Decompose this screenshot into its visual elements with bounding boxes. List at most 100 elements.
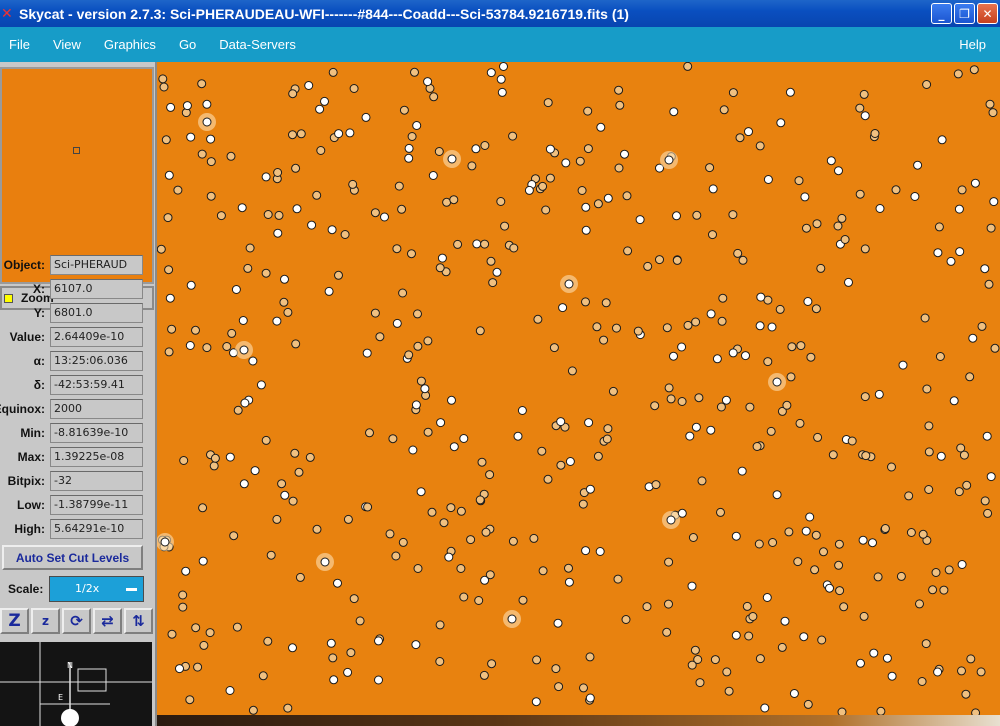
catalog-marker[interactable] [496, 74, 506, 84]
flip-x-icon[interactable]: ⇄ [93, 608, 122, 634]
catalog-marker[interactable] [340, 230, 350, 239]
catalog-marker[interactable] [918, 529, 928, 539]
catalog-marker[interactable] [202, 99, 212, 109]
catalog-marker[interactable] [288, 643, 297, 653]
catalog-marker[interactable] [613, 574, 623, 584]
catalog-marker[interactable] [768, 538, 778, 547]
catalog-marker[interactable] [362, 348, 372, 358]
catalog-marker[interactable] [583, 144, 593, 154]
catalog-marker[interactable] [772, 490, 782, 500]
catalog-marker[interactable] [687, 581, 697, 591]
catalog-marker[interactable] [922, 80, 932, 89]
catalog-marker[interactable] [291, 163, 301, 173]
catalog-marker[interactable] [363, 502, 373, 512]
catalog-marker[interactable] [697, 476, 707, 486]
catalog-marker[interactable] [596, 122, 606, 132]
catalog-marker[interactable] [427, 507, 437, 517]
catalog-marker[interactable] [263, 636, 273, 646]
catalog-marker[interactable] [910, 192, 920, 201]
catalog-marker[interactable] [280, 274, 289, 284]
zoom-out-icon[interactable]: z [31, 608, 60, 634]
catalog-marker[interactable] [672, 255, 682, 265]
catalog-marker[interactable] [410, 67, 419, 77]
catalog-marker[interactable] [855, 103, 865, 113]
catalog-marker[interactable] [237, 203, 247, 213]
catalog-marker[interactable] [677, 508, 687, 518]
catalog-marker[interactable] [602, 434, 612, 444]
catalog-marker[interactable] [859, 89, 869, 99]
info-value-field[interactable]: 6801.0 [50, 303, 143, 323]
catalog-marker[interactable] [756, 292, 766, 302]
catalog-marker[interactable] [581, 202, 591, 212]
catalog-marker[interactable] [167, 629, 177, 639]
catalog-marker[interactable] [471, 144, 481, 154]
catalog-marker[interactable] [277, 479, 287, 489]
catalog-marker[interactable] [691, 422, 701, 432]
catalog-marker[interactable] [435, 620, 445, 630]
catalog-marker[interactable] [435, 657, 445, 666]
catalog-marker[interactable] [677, 342, 687, 352]
catalog-marker[interactable] [404, 350, 414, 360]
menu-data-servers[interactable]: Data-Servers [219, 37, 296, 52]
catalog-marker[interactable] [983, 508, 993, 518]
catalog-marker[interactable] [763, 357, 773, 367]
catalog-marker[interactable] [374, 636, 383, 646]
info-value-field[interactable]: 13:25:06.036 [50, 351, 143, 371]
catalog-marker[interactable] [581, 546, 591, 556]
catalog-marker[interactable] [225, 686, 235, 695]
catalog-marker[interactable] [706, 425, 716, 435]
catalog-marker[interactable] [532, 655, 542, 665]
catalog-marker[interactable] [175, 664, 184, 674]
catalog-marker[interactable] [248, 356, 258, 366]
catalog-marker[interactable] [398, 288, 408, 298]
catalog-marker[interactable] [291, 339, 301, 349]
scale-select[interactable]: 1/2x [49, 576, 144, 602]
catalog-marker[interactable] [669, 107, 679, 117]
catalog-marker[interactable] [537, 446, 547, 456]
catalog-marker[interactable] [198, 556, 208, 566]
catalog-marker[interactable] [420, 384, 430, 394]
catalog-marker[interactable] [239, 345, 249, 355]
auto-set-cut-levels-button[interactable]: Auto Set Cut Levels [2, 545, 143, 570]
catalog-marker[interactable] [474, 596, 484, 605]
catalog-marker[interactable] [585, 693, 595, 703]
catalog-marker[interactable] [193, 662, 203, 672]
catalog-marker[interactable] [742, 601, 752, 611]
catalog-marker[interactable] [924, 421, 934, 431]
catalog-marker[interactable] [328, 653, 338, 663]
catalog-marker[interactable] [531, 697, 541, 707]
catalog-marker[interactable] [955, 247, 965, 257]
catalog-marker[interactable] [157, 244, 166, 254]
catalog-marker[interactable] [178, 602, 188, 612]
catalog-marker[interactable] [934, 222, 944, 232]
catalog-marker[interactable] [312, 190, 322, 200]
catalog-marker[interactable] [428, 171, 438, 180]
catalog-marker[interactable] [497, 87, 507, 97]
catalog-marker[interactable] [416, 487, 426, 497]
catalog-marker[interactable] [970, 178, 980, 188]
catalog-marker[interactable] [621, 615, 631, 624]
catalog-marker[interactable] [603, 193, 613, 203]
catalog-marker[interactable] [666, 515, 676, 525]
catalog-marker[interactable] [210, 453, 220, 463]
catalog-marker[interactable] [755, 141, 765, 151]
zoom-in-icon[interactable]: Z [0, 608, 29, 634]
catalog-marker[interactable] [683, 320, 693, 330]
catalog-marker[interactable] [583, 106, 593, 116]
catalog-marker[interactable] [677, 397, 687, 406]
catalog-marker[interactable] [767, 322, 777, 332]
catalog-marker[interactable] [444, 552, 454, 562]
catalog-marker[interactable] [834, 166, 843, 176]
catalog-marker[interactable] [556, 460, 566, 470]
catalog-marker[interactable] [839, 602, 849, 612]
catalog-marker[interactable] [258, 671, 268, 681]
catalog-marker[interactable] [292, 204, 302, 214]
catalog-marker[interactable] [197, 79, 207, 89]
catalog-marker[interactable] [412, 121, 422, 130]
catalog-marker[interactable] [688, 533, 698, 542]
catalog-marker[interactable] [423, 336, 433, 346]
catalog-marker[interactable] [343, 514, 353, 524]
catalog-marker[interactable] [690, 645, 700, 655]
catalog-marker[interactable] [263, 210, 273, 219]
catalog-marker[interactable] [579, 683, 588, 693]
